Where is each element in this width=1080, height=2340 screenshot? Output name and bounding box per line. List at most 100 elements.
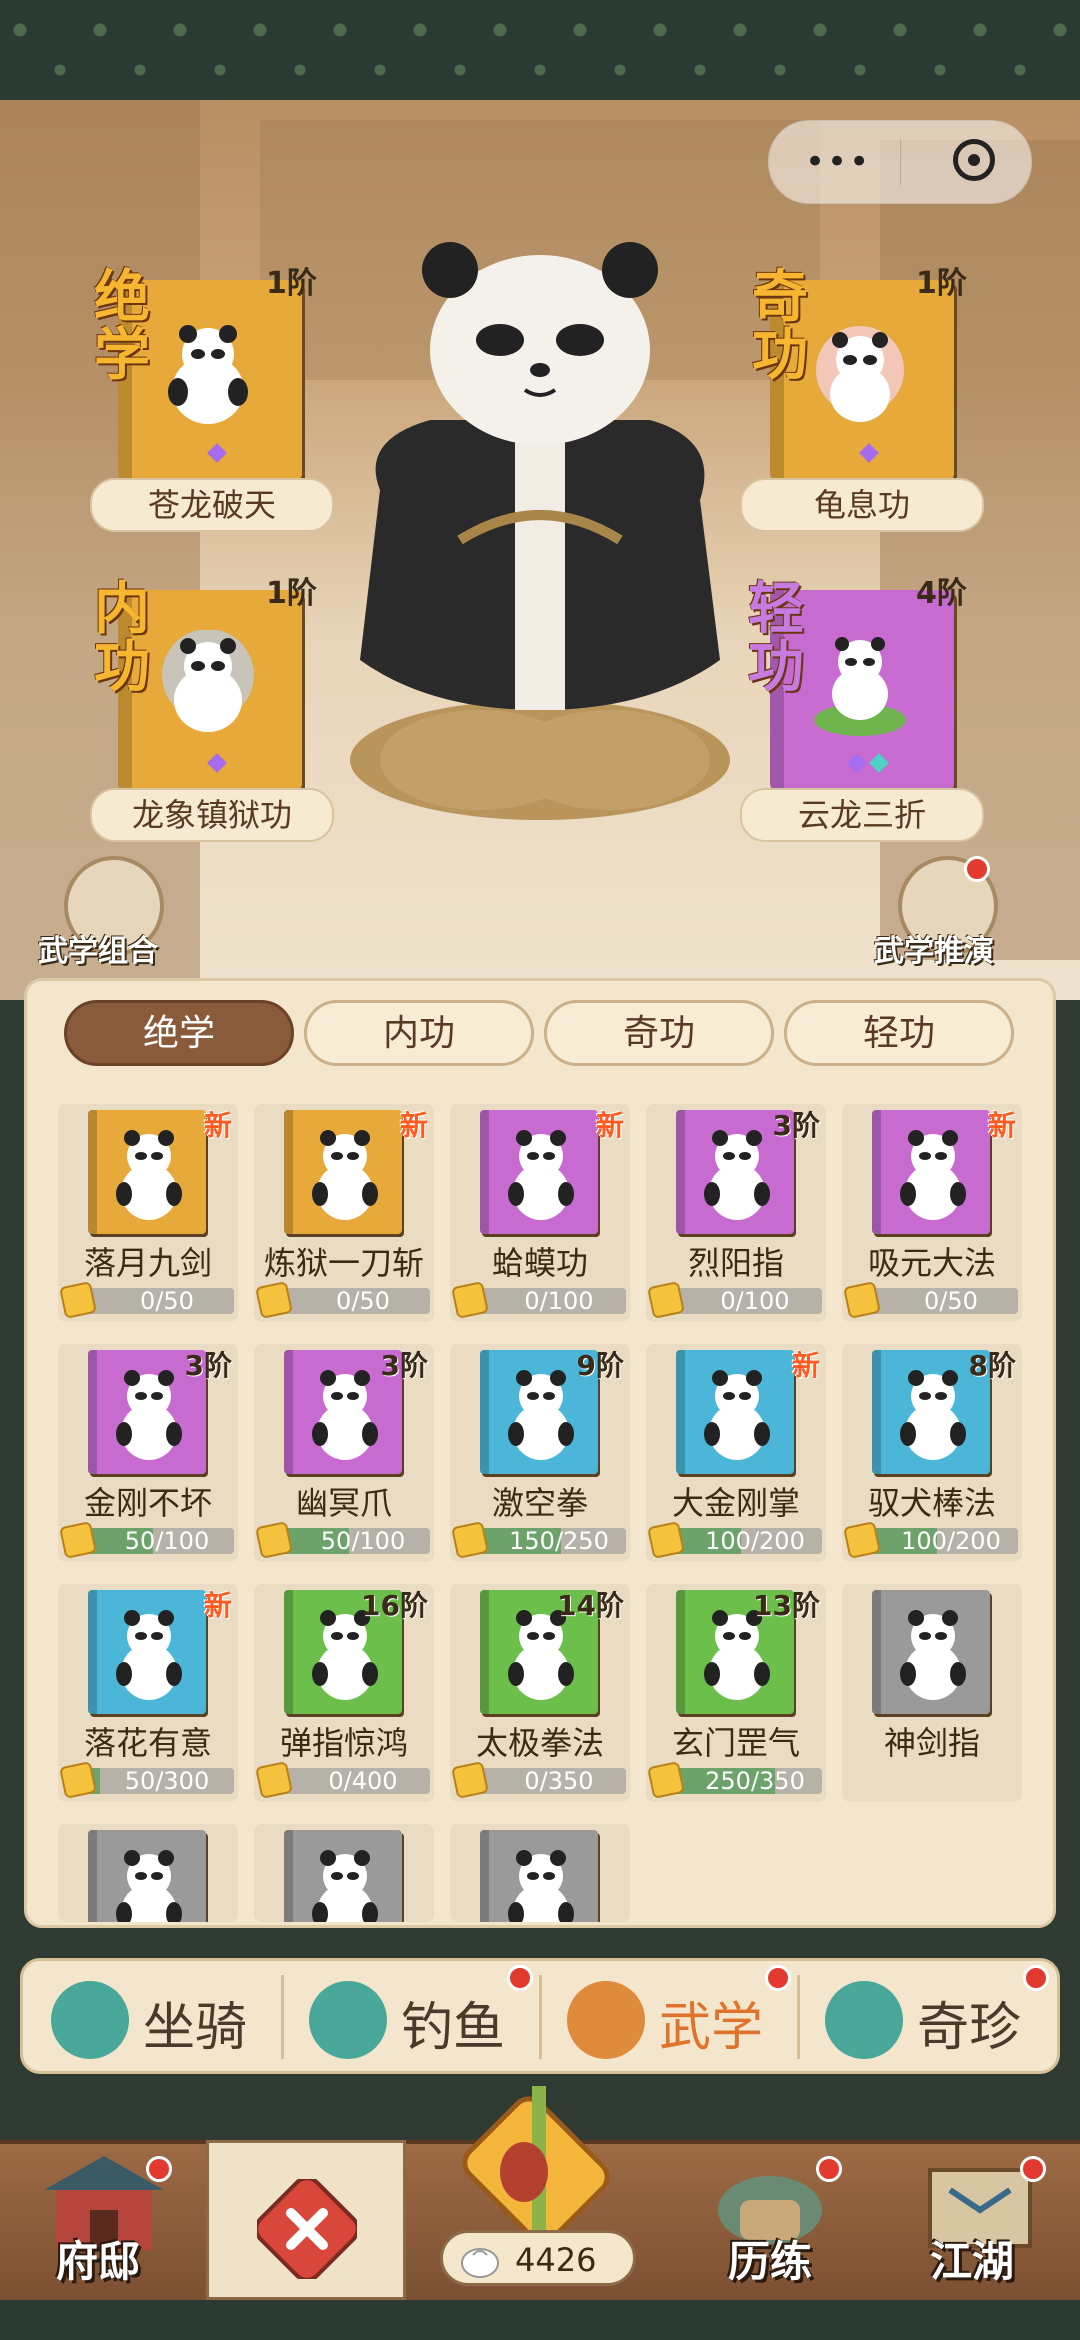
notification-dot [146,2156,172,2182]
book-tier: 1阶 [266,266,317,301]
skill-card[interactable]: 3阶 金刚不坏 50/100 [58,1344,238,1562]
panda-icon [814,637,906,736]
book-category: 绝学 [94,264,150,388]
skill-card[interactable] [254,1824,434,1922]
skill-name: 神剑指 [883,1724,980,1762]
skill-card[interactable]: 神剑指 [842,1584,1022,1802]
panda-icon [704,1130,770,1220]
progress-text: 0/350 [524,1768,594,1794]
book-category: 内功 [94,576,150,700]
progress-bar: 250/350 [660,1768,822,1794]
panda-icon [116,1130,182,1220]
book-category: 轻功 [748,576,804,700]
skill-book-cover [480,1110,598,1234]
fragment-icon [255,1761,293,1799]
skill-name: 落月九剑 [83,1244,212,1282]
tab-qinggong[interactable]: 轻功 [784,1000,1014,1066]
tier-badge: 16阶 [361,1589,428,1622]
progress-bar: 0/350 [464,1768,626,1794]
fragment-icon [255,1521,293,1559]
bottom-nav-close[interactable] [206,2140,406,2300]
skill-book-cover [88,1590,206,1714]
new-badge: 新 [987,1109,1016,1142]
book-name: 龟息功 [740,478,984,532]
skill-card[interactable]: 16阶 弹指惊鸿 0/400 [254,1584,434,1802]
skill-card[interactable]: 新落花有意 50/300 [58,1584,238,1802]
currency-display: 4426 [440,2230,636,2286]
skill-card[interactable]: 新炼狱一刀斩 0/50 [254,1104,434,1322]
subnav-item-fishing[interactable]: 钓鱼 [281,1961,539,2071]
skill-name: 落花有意 [83,1724,212,1762]
skill-card[interactable]: 新吸元大法 0/50 [842,1104,1022,1322]
panda-icon [162,630,254,732]
subnav-item-mount[interactable]: 坐骑 [23,1961,281,2071]
top-decor-band [0,0,1080,100]
notification-dot [507,1965,533,1991]
skill-card[interactable] [450,1824,630,1922]
skill-name: 炼狱一刀斩 [263,1244,424,1282]
fragment-icon [451,1281,489,1319]
panda-icon [900,1130,966,1220]
book-tier: 1阶 [916,266,967,301]
tab-juexue[interactable]: 绝学 [64,1000,294,1066]
progress-bar: 0/100 [464,1288,626,1314]
tab-qigong[interactable]: 奇功 [544,1000,774,1066]
panda-icon [312,1370,378,1460]
skill-book-cover [284,1830,402,1922]
skill-card[interactable]: 3阶 烈阳指 0/100 [646,1104,826,1322]
skill-card[interactable]: 新大金刚掌 100/200 [646,1344,826,1562]
panda-icon [900,1370,966,1460]
subnav-item-martial[interactable]: 武学 [539,1961,797,2071]
tier-badge: 3阶 [184,1349,232,1382]
skill-card[interactable]: 9阶 激空拳 150/250 [450,1344,630,1562]
skill-card[interactable]: 8阶 驭犬棒法 100/200 [842,1344,1022,1562]
notification-dot [1020,2156,1046,2182]
new-badge: 新 [203,1589,232,1622]
progress-text: 50/100 [124,1528,210,1554]
skill-name: 烈阳指 [687,1244,784,1282]
skill-card[interactable]: 新蛤蟆功 0/100 [450,1104,630,1322]
skill-name: 幽冥爪 [295,1484,392,1522]
book-tier: 1阶 [266,576,317,611]
fragment-icon [647,1761,685,1799]
panda-icon [508,1130,574,1220]
skill-name: 弹指惊鸿 [279,1724,408,1762]
book-name: 苍龙破天 [90,478,334,532]
notification-dot [1023,1965,1049,1991]
skill-card[interactable] [58,1824,238,1922]
currency-amount: 4426 [515,2241,597,2279]
skill-card[interactable]: 14阶 太极拳法 0/350 [450,1584,630,1802]
fish-icon [309,1981,387,2059]
notification-dot [964,856,990,882]
new-badge: 新 [399,1109,428,1142]
gem-icon [869,753,889,773]
gourd-staff-icon [462,2086,610,2240]
fragment-icon [59,1281,97,1319]
fragment-icon [59,1521,97,1559]
fragment-icon [647,1281,685,1319]
tab-neigong[interactable]: 内功 [304,1000,534,1066]
panda-master-character[interactable] [320,240,760,820]
gem-icon [207,443,227,463]
new-badge: 新 [791,1349,820,1382]
progress-bar: 100/200 [660,1528,822,1554]
bottom-decor-band [0,2300,1080,2340]
progress-text: 50/100 [320,1528,406,1554]
fragment-icon [647,1521,685,1559]
subnav-item-treasure[interactable]: 奇珍 [797,1961,1055,2071]
skill-card[interactable]: 13阶 玄门罡气 250/350 [646,1584,826,1802]
skill-book-cover [88,1830,206,1922]
skill-card[interactable]: 新落月九剑 0/50 [58,1104,238,1322]
skill-card[interactable]: 3阶幽冥爪 50/100 [254,1344,434,1562]
fragment-icon [843,1281,881,1319]
more-button[interactable]: ••• [805,145,871,179]
fragment-icon [843,1521,881,1559]
skill-book-cover [676,1350,794,1474]
tier-badge: 3阶 [380,1349,428,1382]
mini-program-capsule: ••• [768,120,1032,204]
progress-bar: 100/200 [856,1528,1018,1554]
world-label: 江湖 [930,2237,1015,2286]
close-miniprogram-icon[interactable] [953,139,995,181]
new-badge: 新 [595,1109,624,1142]
martial-deduce-label: 武学推演 [874,934,994,969]
